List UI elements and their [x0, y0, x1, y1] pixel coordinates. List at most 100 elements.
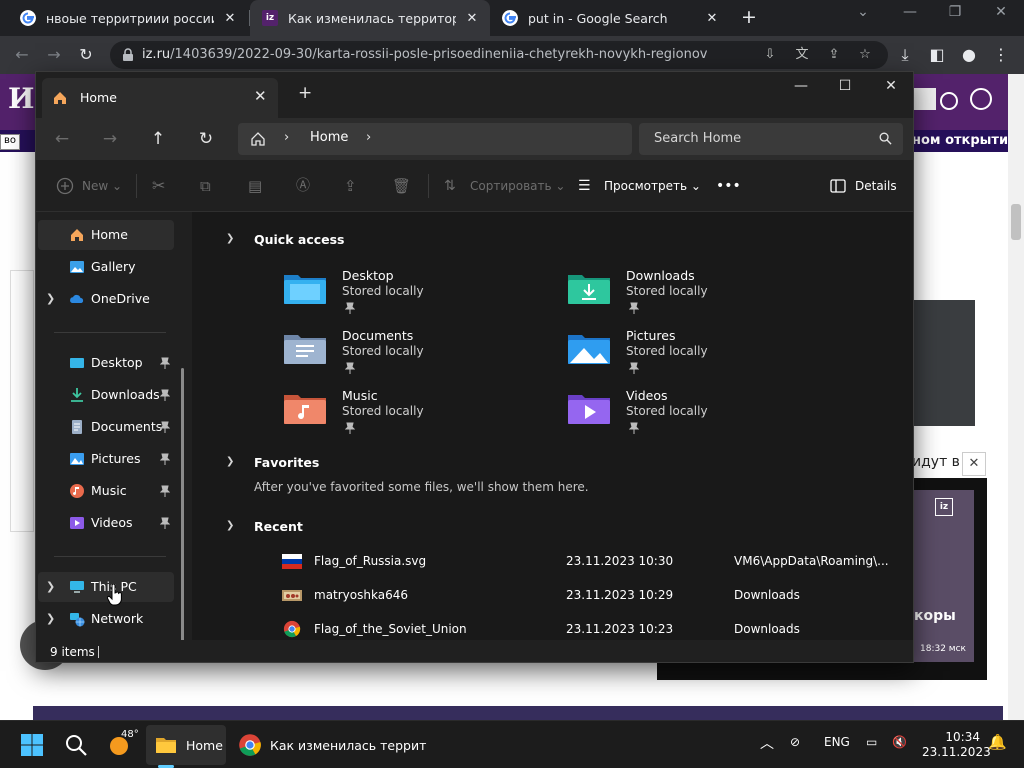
chevron-right-icon[interactable]: › — [284, 130, 289, 145]
page-scrollbar[interactable] — [1008, 74, 1024, 720]
download-icon[interactable]: ⤓ — [895, 45, 915, 65]
taskbar-chrome[interactable]: Как изменилась террит — [238, 721, 426, 768]
sidebar-item-documents[interactable]: Documents — [38, 412, 174, 442]
reload-icon[interactable]: ↻ — [76, 45, 96, 65]
display-icon[interactable]: ▭ — [866, 735, 877, 749]
chevron-circle-icon[interactable] — [940, 92, 958, 110]
close-icon[interactable]: ✕ — [222, 11, 238, 26]
section-quick-access[interactable]: Quick access — [254, 232, 345, 247]
profile-icon[interactable]: ● — [959, 45, 979, 65]
pin-icon[interactable] — [160, 517, 170, 529]
copy-button[interactable]: ⧉ — [200, 160, 226, 212]
recent-row[interactable]: Flag_of_Russia.svg 23.11.2023 10:30 VM6\… — [192, 546, 913, 576]
close-icon[interactable]: ✕ — [704, 11, 720, 26]
quick-access-downloads[interactable]: Downloads Stored locally — [568, 268, 818, 322]
maximize-icon[interactable]: ☐ — [836, 78, 854, 94]
cut-button[interactable]: ✂ — [152, 160, 178, 212]
quick-access-pictures[interactable]: Pictures Stored locally — [568, 328, 818, 382]
bookmark-star-icon[interactable]: ☆ — [856, 46, 874, 64]
show-hidden-icons-icon[interactable]: ︿ — [760, 733, 774, 753]
pin-icon[interactable] — [160, 357, 170, 369]
close-icon[interactable]: ✕ — [254, 87, 267, 105]
chevron-right-icon[interactable]: › — [366, 130, 371, 145]
pin-icon[interactable] — [160, 453, 170, 465]
translate-icon[interactable]: 文 — [793, 46, 811, 64]
back-icon[interactable]: ← — [52, 130, 72, 148]
chrome-tab-search-1[interactable]: нвоые территриии россии - G ✕ — [8, 0, 248, 36]
sidebar-item-pictures[interactable]: Pictures — [38, 444, 174, 474]
chrome-tab-izvestia[interactable]: iz Как изменилась территория Р ✕ — [250, 0, 490, 36]
install-icon[interactable]: ⇩ — [761, 46, 779, 64]
refresh-icon[interactable]: ↻ — [196, 130, 216, 148]
chevron-right-icon[interactable]: ❯ — [46, 612, 55, 625]
restore-icon[interactable]: ❐ — [945, 4, 965, 20]
section-recent[interactable]: Recent — [254, 519, 303, 534]
pin-icon[interactable] — [160, 485, 170, 497]
close-icon[interactable]: ✕ — [464, 11, 480, 26]
chevron-down-icon[interactable]: ❯ — [226, 233, 234, 244]
quick-access-music[interactable]: Music Stored locally — [284, 388, 534, 442]
sidebar-item-downloads[interactable]: Downloads — [38, 380, 174, 410]
more-options-button[interactable]: ••• — [716, 160, 741, 212]
sort-button[interactable]: ⇅ Сортировать ⌄ — [444, 160, 565, 212]
new-button[interactable]: New ⌄ — [56, 160, 122, 212]
paste-button[interactable]: ▤ — [248, 160, 274, 212]
details-button[interactable]: Details — [829, 160, 897, 212]
chevron-down-icon[interactable]: ❯ — [226, 456, 234, 467]
scroll-thumb[interactable] — [1011, 204, 1021, 240]
share-icon[interactable]: ⇪ — [825, 46, 843, 64]
close-window-icon[interactable]: ✕ — [882, 78, 900, 94]
chrome-tab-search-2[interactable]: put in - Google Search ✕ — [490, 0, 730, 36]
explorer-tab-home[interactable]: Home ✕ — [42, 78, 278, 118]
menu-kebab-icon[interactable]: ⋮ — [991, 45, 1011, 65]
forward-icon[interactable]: → — [44, 45, 64, 65]
network-off-icon[interactable]: ⊘ — [790, 735, 800, 749]
new-tab-button[interactable]: + — [738, 6, 760, 28]
section-favorites[interactable]: Favorites — [254, 455, 319, 470]
start-button[interactable] — [20, 721, 44, 768]
language-indicator[interactable]: ENG — [824, 735, 850, 749]
site-info-icon[interactable] — [120, 47, 136, 63]
new-tab-button[interactable]: + — [298, 84, 312, 102]
address-bar[interactable]: iz.ru/1403639/2022-09-30/karta-rossii-po… — [110, 41, 888, 69]
minimize-icon[interactable]: — — [792, 78, 810, 94]
sidebar-item-onedrive[interactable]: ❯ OneDrive — [38, 284, 174, 314]
search-button[interactable] — [64, 721, 88, 768]
back-icon[interactable]: ← — [12, 45, 32, 65]
view-button[interactable]: ☰ Просмотреть ⌄ — [578, 160, 701, 212]
minimize-icon[interactable]: — — [900, 4, 920, 20]
sidebar-item-desktop[interactable]: Desktop — [38, 348, 174, 378]
sidebar-item-this-pc[interactable]: ❯ This PC — [38, 572, 174, 602]
pin-icon[interactable] — [160, 389, 170, 401]
sidebar-item-music[interactable]: Music — [38, 476, 174, 506]
chevron-right-icon[interactable]: ❯ — [46, 292, 55, 305]
sidebar-item-home[interactable]: Home — [38, 220, 174, 250]
delete-button[interactable]: 🗑 — [392, 160, 418, 212]
taskbar-explorer[interactable]: Home — [146, 725, 226, 765]
side-panel-icon[interactable]: ◧ — [927, 45, 947, 65]
quick-access-desktop[interactable]: Desktop Stored locally — [284, 268, 534, 322]
breadcrumb-home[interactable]: Home — [310, 130, 348, 145]
close-window-icon[interactable]: ✕ — [991, 4, 1011, 20]
notification-bell-icon[interactable]: 🔔 — [988, 733, 1007, 751]
tab-search-icon[interactable]: ⌄ — [853, 4, 873, 20]
address-bar[interactable]: › Home › — [238, 123, 632, 155]
search-box[interactable]: Search Home — [639, 123, 903, 155]
search-icon[interactable] — [970, 88, 992, 110]
quick-access-videos[interactable]: Videos Stored locally — [568, 388, 818, 442]
weather-widget[interactable]: 48° — [108, 721, 139, 768]
sidebar-scrollbar[interactable] — [181, 368, 184, 662]
recent-row[interactable]: matryoshka646 23.11.2023 10:29 Downloads — [192, 580, 913, 610]
pin-icon[interactable] — [160, 421, 170, 433]
sidebar-item-videos[interactable]: Videos — [38, 508, 174, 538]
clock[interactable]: 10:34 23.11.2023 — [922, 730, 991, 760]
share-button[interactable]: ⇪ — [344, 160, 370, 212]
volume-muted-icon[interactable]: 🔇 — [892, 735, 907, 749]
rename-button[interactable]: Ⓐ — [296, 160, 322, 212]
popup-close-icon[interactable]: ✕ — [962, 452, 986, 476]
quick-access-documents[interactable]: Documents Stored locally — [284, 328, 534, 382]
chevron-right-icon[interactable]: ❯ — [46, 580, 55, 593]
up-icon[interactable]: ↑ — [148, 130, 168, 148]
sidebar-item-gallery[interactable]: Gallery — [38, 252, 174, 282]
chevron-down-icon[interactable]: ❯ — [226, 520, 234, 531]
